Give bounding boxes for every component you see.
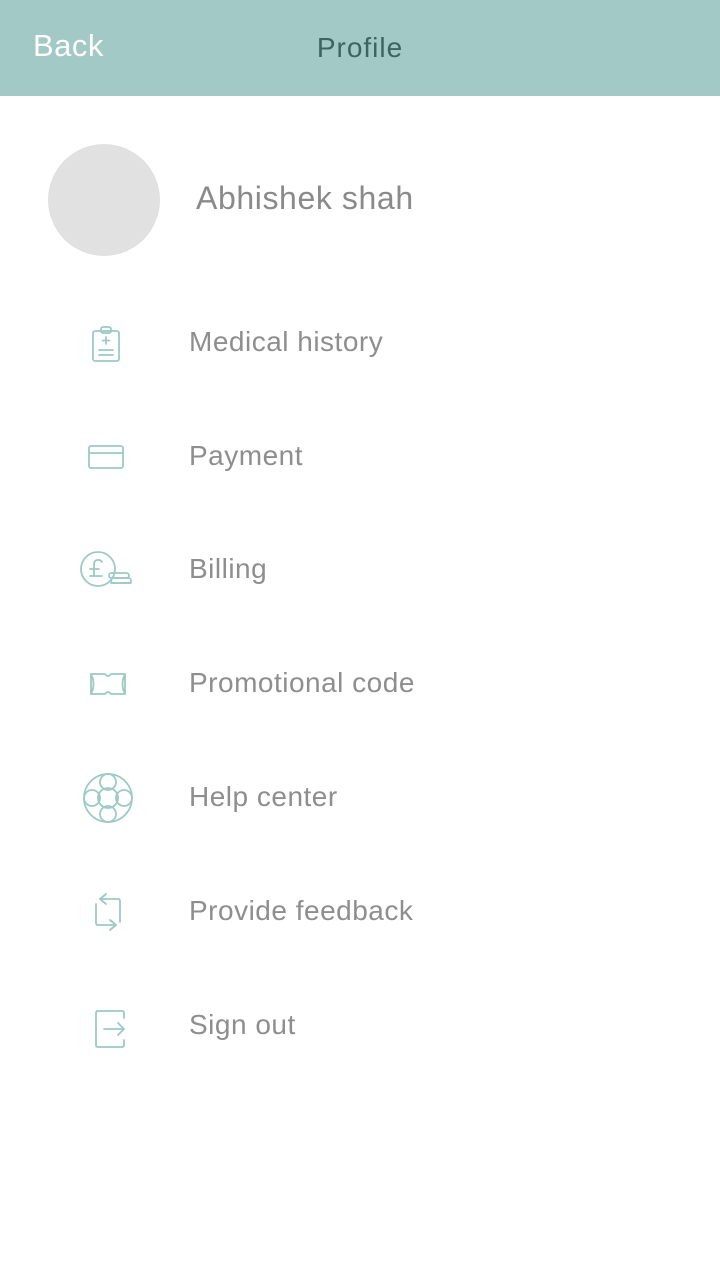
lifebuoy-icon [78, 768, 138, 828]
pound-coins-icon [78, 540, 138, 600]
menu-item-label: Billing [189, 553, 268, 584]
header-bar: Back Profile [0, 0, 720, 96]
menu-item-label: Provide feedback [189, 895, 414, 926]
user-name: Abhishek shah [196, 180, 414, 216]
page-title: Profile [316, 32, 404, 63]
menu-item-label: Medical history [189, 326, 384, 357]
ticket-icon [78, 654, 138, 714]
avatar[interactable] [48, 144, 160, 256]
sign-out-icon [78, 996, 138, 1056]
menu-item-medical-history[interactable]: Medical history [0, 295, 720, 391]
menu-item-billing[interactable]: Billing [0, 522, 720, 618]
menu-item-payment[interactable]: Payment [0, 409, 720, 505]
menu-item-promotional-code[interactable]: Promotional code [0, 636, 720, 732]
credit-card-icon [78, 427, 138, 487]
menu-item-label: Promotional code [189, 667, 415, 698]
menu-item-provide-feedback[interactable]: Provide feedback [0, 864, 720, 960]
menu-item-label: Payment [189, 440, 303, 471]
feedback-arrows-icon [78, 882, 138, 942]
menu-item-label: Sign out [189, 1009, 296, 1040]
clipboard-icon [78, 313, 138, 373]
menu-item-label: Help center [189, 781, 338, 812]
menu-item-sign-out[interactable]: Sign out [0, 978, 720, 1074]
menu-item-help-center[interactable]: Help center [0, 750, 720, 846]
